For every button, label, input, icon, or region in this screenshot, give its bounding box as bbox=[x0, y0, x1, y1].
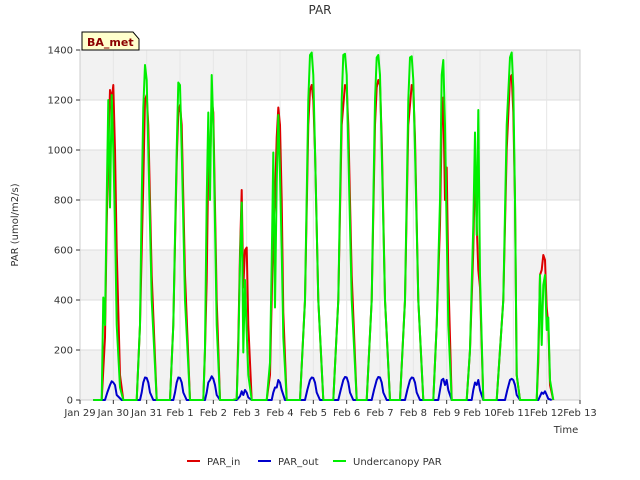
x-tick-label: Jan 29 bbox=[63, 408, 95, 419]
x-tick-label: Feb 7 bbox=[366, 408, 393, 419]
y-axis-ticks: 0 200 400 600 800 1000 1200 1400 bbox=[48, 46, 80, 407]
y-tick-label: 400 bbox=[54, 296, 73, 307]
x-tick-label: Feb 10 bbox=[463, 408, 497, 419]
x-axis-ticks: Jan 29 Jan 30 Jan 31 Feb 1 Feb 2 Feb 3 Feb 4 Fe… bbox=[63, 400, 597, 419]
x-tick-label: Feb 5 bbox=[300, 408, 327, 419]
site-badge: BA_met bbox=[81, 31, 140, 51]
x-tick-label: Feb 6 bbox=[333, 408, 360, 419]
y-axis-label: PAR (umol/m2/s) bbox=[10, 183, 21, 266]
y-tick-label: 600 bbox=[54, 246, 73, 257]
x-tick-label: Feb 3 bbox=[233, 408, 260, 419]
y-tick-label: 800 bbox=[54, 196, 73, 207]
site-badge-label: BA_met bbox=[87, 36, 134, 49]
x-tick-label: Feb 9 bbox=[433, 408, 460, 419]
x-axis-label: Time bbox=[553, 425, 578, 436]
legend-label: PAR_out bbox=[278, 457, 319, 468]
legend: PAR_in PAR_out Undercanopy PAR bbox=[187, 457, 442, 468]
chart-title: PAR bbox=[308, 3, 331, 17]
par-chart: 0 200 400 600 800 1000 1200 1400 Jan 29 Jan 30 Ja… bbox=[10, 3, 597, 468]
y-tick-label: 0 bbox=[67, 396, 73, 407]
legend-label: PAR_in bbox=[207, 457, 240, 468]
y-tick-label: 200 bbox=[54, 346, 73, 357]
x-tick-label: Jan 30 bbox=[97, 408, 129, 419]
plot-band bbox=[80, 50, 580, 100]
x-tick-label: Feb 8 bbox=[400, 408, 427, 419]
x-tick-label: Feb 4 bbox=[266, 408, 293, 419]
y-tick-label: 1400 bbox=[48, 46, 73, 57]
x-tick-label: Feb 11 bbox=[497, 408, 531, 419]
y-tick-label: 1000 bbox=[48, 146, 73, 157]
x-tick-label: Feb 2 bbox=[200, 408, 227, 419]
x-tick-label: Feb 12 bbox=[530, 408, 564, 419]
x-tick-label: Jan 31 bbox=[130, 408, 162, 419]
x-tick-label: Feb 13 bbox=[563, 408, 597, 419]
y-tick-label: 1200 bbox=[48, 96, 73, 107]
plot-band bbox=[80, 100, 580, 150]
legend-label: Undercanopy PAR bbox=[353, 457, 442, 468]
x-tick-label: Feb 1 bbox=[166, 408, 193, 419]
